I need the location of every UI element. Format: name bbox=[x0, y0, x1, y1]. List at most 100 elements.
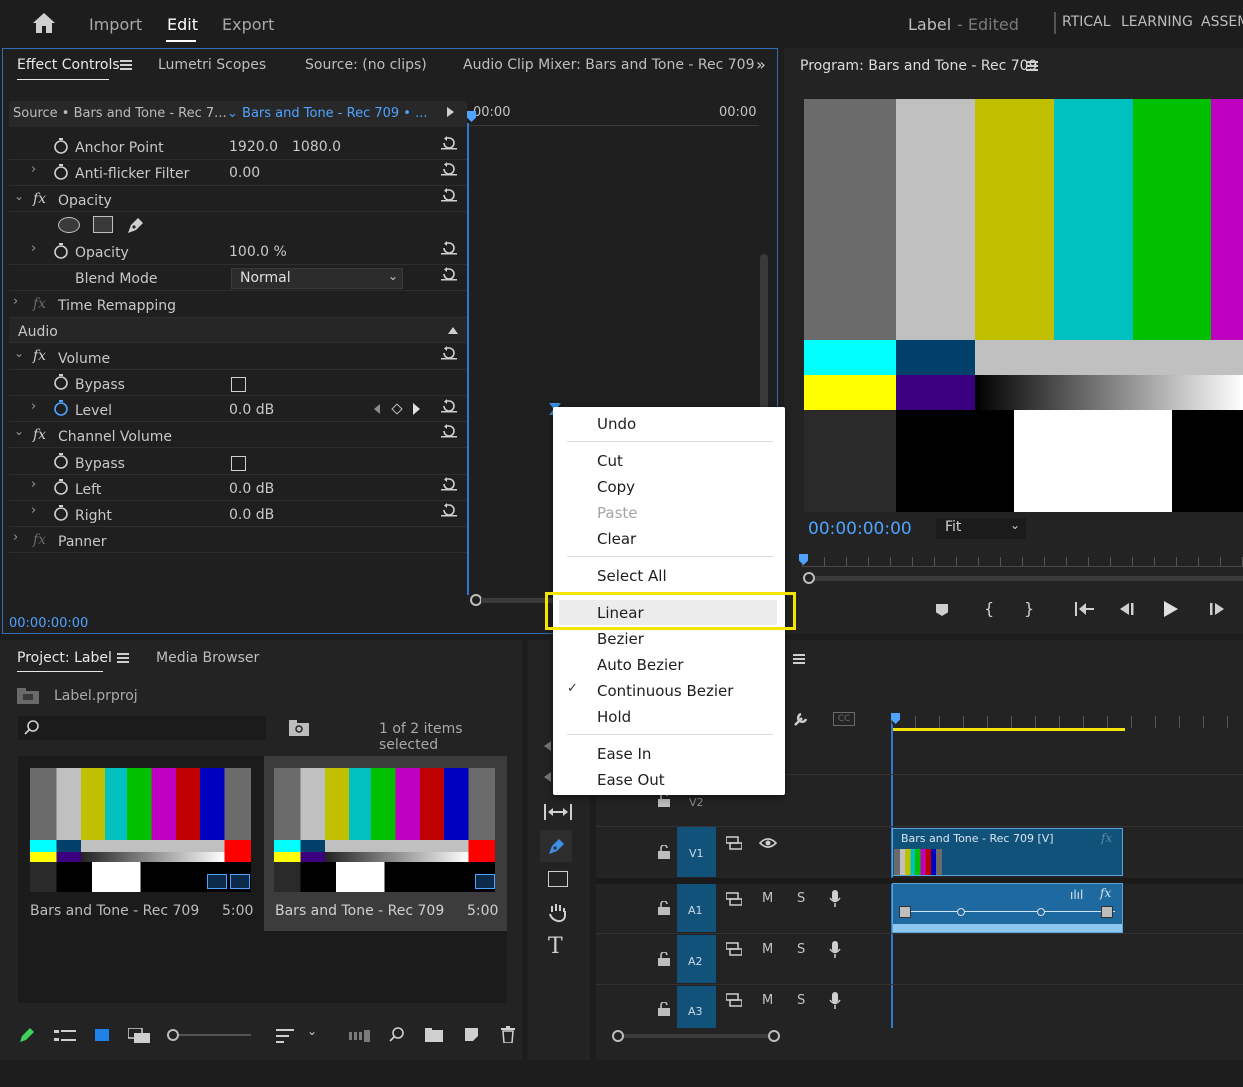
list-view-icon[interactable] bbox=[54, 1029, 76, 1043]
stopwatch-icon[interactable] bbox=[54, 453, 68, 469]
reset-icon[interactable] bbox=[441, 267, 457, 281]
stopwatch-icon[interactable] bbox=[54, 138, 68, 154]
add-marker-icon[interactable] bbox=[936, 604, 948, 616]
sort-icon[interactable] bbox=[276, 1029, 294, 1043]
workspace-learning[interactable]: LEARNING bbox=[1121, 14, 1193, 30]
menu-item-clear[interactable]: Clear bbox=[597, 530, 636, 548]
zoom-slider-track[interactable] bbox=[179, 1034, 251, 1036]
menu-item-undo[interactable]: Undo bbox=[597, 415, 636, 433]
ellipse-mask-icon[interactable] bbox=[58, 217, 80, 233]
pen-tool-button[interactable] bbox=[540, 830, 572, 862]
menu-item-copy[interactable]: Copy bbox=[597, 478, 635, 496]
workspace-vertical[interactable]: RTICAL bbox=[1062, 14, 1111, 30]
program-monitor-title[interactable]: Program: Bars and Tone - Rec 709 bbox=[800, 58, 1037, 74]
mute-button[interactable]: M bbox=[762, 891, 773, 906]
tab-media-browser[interactable]: Media Browser bbox=[156, 650, 259, 666]
menu-item-continuous-bezier[interactable]: Continuous Bezier bbox=[597, 682, 733, 700]
step-back-icon[interactable] bbox=[1118, 602, 1136, 616]
panel-menu-icon[interactable] bbox=[793, 654, 805, 664]
lock-icon[interactable] bbox=[658, 1002, 670, 1016]
captions-icon[interactable]: CC bbox=[833, 712, 855, 726]
microphone-icon[interactable] bbox=[829, 941, 841, 959]
rectangle-mask-icon[interactable] bbox=[93, 216, 113, 233]
reset-icon[interactable] bbox=[441, 162, 457, 176]
reset-icon[interactable] bbox=[441, 503, 457, 517]
clip-end-handle[interactable] bbox=[1101, 906, 1113, 918]
stopwatch-icon[interactable] bbox=[54, 243, 68, 259]
tab-project[interactable]: Project: Label bbox=[17, 650, 112, 666]
next-keyframe-icon[interactable] bbox=[413, 403, 420, 415]
panel-menu-icon[interactable] bbox=[117, 653, 129, 663]
panel-menu-icon[interactable] bbox=[1026, 61, 1038, 71]
workspace-assembly[interactable]: ASSEM bbox=[1201, 14, 1243, 30]
go-to-in-icon[interactable] bbox=[1074, 602, 1094, 616]
eye-icon[interactable] bbox=[759, 837, 777, 849]
tool-arrow-icon[interactable] bbox=[544, 772, 551, 782]
collapse-section-icon[interactable] bbox=[448, 327, 458, 334]
track-v2-label[interactable]: V2 bbox=[689, 796, 704, 809]
menu-item-cut[interactable]: Cut bbox=[597, 452, 623, 470]
video-clip[interactable]: Bars and Tone - Rec 709 [V] fx bbox=[892, 828, 1123, 876]
pen-mask-icon[interactable] bbox=[126, 215, 146, 235]
automate-to-sequence-icon[interactable] bbox=[349, 1030, 371, 1042]
solo-button[interactable]: S bbox=[797, 942, 805, 957]
rectangle-tool-icon[interactable] bbox=[548, 871, 568, 887]
ec-playhead-handle[interactable] bbox=[467, 111, 476, 122]
tab-source[interactable]: Source: (no clips) bbox=[305, 57, 427, 73]
program-timecode[interactable]: 00:00:00:00 bbox=[808, 519, 912, 539]
lock-icon[interactable] bbox=[658, 845, 670, 859]
zoom-dropdown[interactable]: Fit ⌄ bbox=[936, 518, 1026, 539]
keyframe-dot[interactable] bbox=[957, 908, 965, 916]
track-a1-target[interactable]: A1 bbox=[677, 884, 716, 932]
program-video-frame[interactable] bbox=[804, 99, 1243, 512]
reset-icon[interactable] bbox=[441, 241, 457, 255]
left-channel-value[interactable]: 0.0 dB bbox=[229, 481, 274, 497]
level-value[interactable]: 0.0 dB bbox=[229, 402, 274, 418]
new-item-icon[interactable] bbox=[464, 1027, 480, 1043]
step-forward-icon[interactable] bbox=[1208, 602, 1226, 616]
microphone-icon[interactable] bbox=[829, 890, 841, 908]
sort-chevron-icon[interactable]: ⌄ bbox=[307, 1024, 317, 1038]
lock-icon[interactable] bbox=[658, 793, 670, 807]
expand-arrow[interactable]: › bbox=[13, 530, 18, 545]
reset-icon[interactable] bbox=[441, 477, 457, 491]
reset-icon[interactable] bbox=[441, 399, 457, 413]
find-bin-icon[interactable] bbox=[289, 720, 309, 736]
bypass-checkbox[interactable] bbox=[231, 456, 246, 471]
tool-arrow-icon[interactable] bbox=[544, 741, 551, 751]
type-tool-icon[interactable]: T bbox=[548, 934, 563, 959]
timeline-zoom-handle-left[interactable] bbox=[612, 1030, 624, 1042]
right-channel-value[interactable]: 0.0 dB bbox=[229, 507, 274, 523]
collapse-arrow[interactable]: ⌄ bbox=[14, 346, 24, 360]
pencil-icon[interactable] bbox=[19, 1027, 35, 1043]
timeline-zoom-handle-right[interactable] bbox=[768, 1030, 780, 1042]
hand-tool-icon[interactable] bbox=[548, 902, 568, 924]
menu-item-bezier[interactable]: Bezier bbox=[597, 630, 644, 648]
timeline-ruler[interactable] bbox=[891, 716, 1243, 728]
home-icon[interactable] bbox=[32, 12, 56, 34]
stopwatch-icon[interactable] bbox=[54, 164, 68, 180]
menu-item-ease-in[interactable]: Ease In bbox=[597, 745, 651, 763]
stopwatch-icon[interactable] bbox=[54, 505, 68, 521]
track-v1-target[interactable]: V1 bbox=[677, 827, 716, 877]
tab-audio-clip-mixer[interactable]: Audio Clip Mixer: Bars and Tone - Rec 70… bbox=[463, 57, 754, 73]
mute-button[interactable]: M bbox=[762, 993, 773, 1008]
track-a3-target[interactable]: A3 bbox=[677, 986, 716, 1028]
nav-edit[interactable]: Edit bbox=[167, 15, 198, 34]
work-area-bar[interactable] bbox=[892, 728, 1125, 731]
find-icon[interactable] bbox=[389, 1027, 405, 1043]
more-tabs-icon[interactable]: » bbox=[756, 55, 766, 74]
program-zoom-handle[interactable] bbox=[803, 572, 815, 584]
expand-arrow[interactable]: › bbox=[31, 241, 36, 256]
new-bin-icon[interactable] bbox=[425, 1028, 443, 1042]
prev-keyframe-icon[interactable] bbox=[374, 404, 380, 414]
volume-rubberband[interactable] bbox=[901, 911, 1115, 912]
trash-icon[interactable] bbox=[501, 1026, 515, 1043]
play-button[interactable] bbox=[1164, 601, 1178, 617]
menu-item-auto-bezier[interactable]: Auto Bezier bbox=[597, 656, 684, 674]
sequence-dropdown[interactable]: ⌄ Bars and Tone - Rec 709 • ... bbox=[227, 106, 428, 121]
expand-arrow[interactable]: › bbox=[31, 477, 36, 492]
mark-out-icon[interactable]: } bbox=[1024, 599, 1034, 618]
tab-effect-controls[interactable]: Effect Controls bbox=[17, 57, 120, 73]
anti-flicker-value[interactable]: 0.00 bbox=[229, 165, 260, 181]
